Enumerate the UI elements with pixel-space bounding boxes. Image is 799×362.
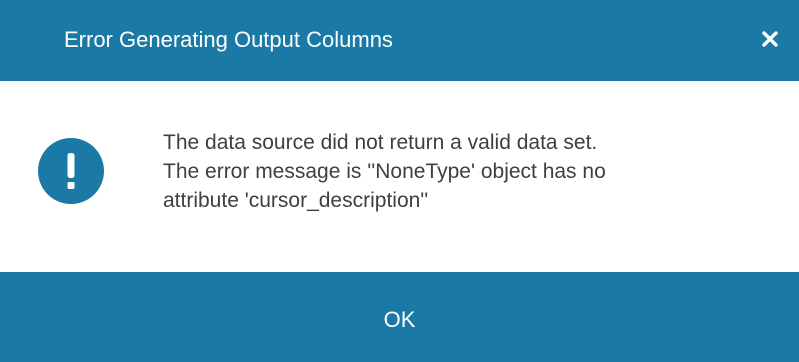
exclamation-circle-icon <box>38 138 104 204</box>
ok-button[interactable]: OK <box>0 272 799 362</box>
close-icon <box>762 31 778 47</box>
error-message-line: The data source did not return a valid d… <box>163 131 598 154</box>
dialog-title: Error Generating Output Columns <box>64 27 393 52</box>
error-message-line: The error message is ''NoneType' object … <box>163 160 606 183</box>
error-dialog: Error Generating Output Columns The data… <box>0 0 799 362</box>
dialog-titlebar: Error Generating Output Columns <box>0 0 799 81</box>
error-message: The data source did not return a valid d… <box>163 128 793 215</box>
error-message-line: attribute 'cursor_description'' <box>163 189 429 212</box>
ok-button-label: OK <box>383 306 416 332</box>
close-button[interactable] <box>755 23 785 55</box>
dialog-body: The data source did not return a valid d… <box>0 81 799 272</box>
